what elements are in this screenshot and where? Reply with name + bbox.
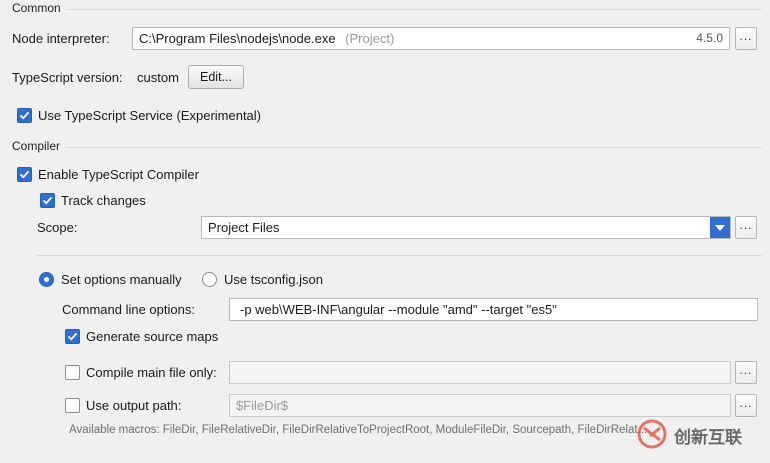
command-line-options-input[interactable]: -p web\WEB-INF\angular --module "amd" --… [229, 298, 758, 321]
checkmark-icon [42, 196, 53, 205]
use-output-path-label: Use output path: [86, 398, 182, 413]
typescript-version-value: custom [137, 70, 179, 85]
node-version: 4.5.0 [696, 31, 723, 45]
use-typescript-service-checkbox[interactable] [17, 108, 32, 123]
typescript-version-label: TypeScript version: [12, 70, 123, 85]
options-separator [37, 255, 762, 256]
use-tsconfig-label: Use tsconfig.json [224, 272, 323, 287]
chevron-down-icon[interactable] [710, 217, 730, 238]
command-line-options-label: Command line options: [62, 302, 195, 317]
node-interpreter-field[interactable]: C:\Program Files\nodejs\node.exe (Projec… [132, 27, 730, 50]
watermark-logo: 创新互联 [630, 414, 770, 454]
common-separator [66, 9, 762, 10]
checkmark-icon [19, 170, 30, 179]
track-changes-checkbox[interactable] [40, 193, 55, 208]
use-typescript-service-label: Use TypeScript Service (Experimental) [38, 108, 262, 123]
generate-source-maps-checkbox[interactable] [65, 329, 80, 344]
use-tsconfig-radio[interactable] [202, 272, 217, 287]
checkmark-icon [19, 111, 30, 120]
scope-selected-value: Project Files [208, 220, 280, 235]
common-section-label: Common [12, 1, 61, 15]
compile-main-file-browse-button[interactable]: ... [735, 361, 757, 384]
node-interpreter-label: Node interpreter: [12, 31, 110, 46]
available-macros-text: Available macros: FileDir, FileRelativeD… [69, 424, 648, 436]
compiler-section-label: Compiler [12, 139, 61, 153]
use-output-path-checkbox[interactable] [65, 398, 80, 413]
compile-main-file-input[interactable] [229, 361, 731, 384]
generate-source-maps-label: Generate source maps [86, 329, 219, 344]
node-interpreter-browse-button[interactable]: ... [735, 27, 757, 50]
scope-label: Scope: [37, 220, 78, 235]
set-options-manually-label: Set options manually [61, 272, 182, 287]
node-interpreter-path: C:\Program Files\nodejs\node.exe [139, 31, 336, 46]
scope-browse-button[interactable]: ... [735, 216, 757, 239]
set-options-manually-radio[interactable] [39, 272, 54, 287]
enable-typescript-compiler-label: Enable TypeScript Compiler [38, 167, 199, 182]
enable-typescript-compiler-checkbox[interactable] [17, 167, 32, 182]
compile-main-file-only-checkbox[interactable] [65, 365, 80, 380]
track-changes-label: Track changes [61, 193, 146, 208]
compile-main-file-only-label: Compile main file only: [86, 365, 217, 380]
scope-dropdown[interactable]: Project Files [201, 216, 731, 239]
compiler-separator [66, 147, 762, 148]
checkmark-icon [67, 332, 78, 341]
edit-typescript-version-button[interactable]: Edit... [188, 65, 244, 89]
watermark-text: 创新互联 [674, 428, 742, 447]
node-interpreter-tag: (Project) [345, 31, 395, 46]
